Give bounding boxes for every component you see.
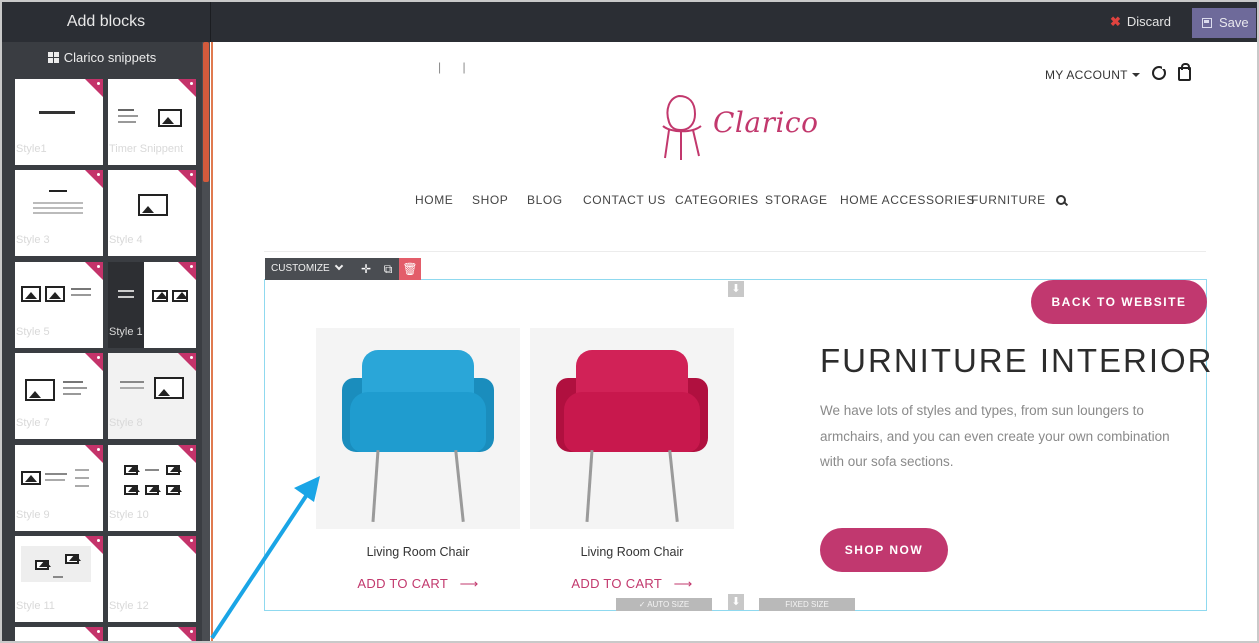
- bookmark-icon: [178, 262, 196, 280]
- nav-item-home[interactable]: HOME: [415, 193, 453, 207]
- brand-name: Clarico: [713, 106, 819, 139]
- nav-item-shop[interactable]: SHOP: [472, 193, 508, 207]
- duplicate-icon[interactable]: ⧉: [377, 258, 399, 280]
- snippet-block-tile[interactable]: [108, 627, 196, 641]
- discard-label: Discard: [1126, 14, 1171, 29]
- top-links: | |: [438, 60, 475, 74]
- customize-label: CUSTOMIZE: [271, 263, 330, 274]
- nav-divider: [264, 251, 1206, 252]
- nav-item-categories[interactable]: CATEGORIES: [675, 193, 759, 207]
- shop-now-button[interactable]: SHOP NOW: [820, 528, 948, 572]
- search-icon[interactable]: [1056, 195, 1067, 206]
- editor-window: Add blocks ✖ Discard Save Clarico snippet…: [0, 0, 1259, 643]
- fixed-size-button[interactable]: FIXED SIZE: [759, 598, 855, 611]
- snippet-block-tile[interactable]: [15, 627, 103, 641]
- topbar-divider: [210, 2, 211, 42]
- close-icon: ✖: [1110, 14, 1121, 29]
- nav-item-furniture[interactable]: FURNITURE: [971, 193, 1046, 207]
- check-icon: ✓: [638, 600, 648, 609]
- add-to-cart-label: ADD TO CART: [571, 576, 662, 591]
- nav-item-home-accessories[interactable]: HOME ACCESSORIES: [840, 193, 975, 207]
- auto-size-button[interactable]: ✓ AUTO SIZE: [616, 598, 712, 611]
- bookmark-icon: [85, 445, 103, 463]
- product-card[interactable]: [530, 328, 734, 529]
- snippet-block-label: Style 5: [16, 326, 50, 338]
- nav-item-contact-us[interactable]: CONTACT US: [583, 193, 666, 207]
- nav-item-storage[interactable]: STORAGE: [765, 193, 828, 207]
- bookmark-icon: [85, 627, 103, 641]
- bookmark-icon: [85, 536, 103, 554]
- bookmark-icon: [178, 353, 196, 371]
- bookmark-icon: [178, 79, 196, 97]
- bookmark-icon: [85, 170, 103, 188]
- scrollbar-thumb[interactable]: [203, 42, 209, 182]
- move-handle-icon[interactable]: ✛: [355, 258, 377, 280]
- section-headline: FURNITURE INTERIOR: [820, 342, 1214, 379]
- editor-topbar: Add blocks ✖ Discard Save: [2, 2, 1257, 42]
- snippet-block-label: Style 9: [16, 509, 50, 521]
- add-to-cart-link[interactable]: ADD TO CART ⟶: [530, 576, 734, 592]
- auto-size-label: AUTO SIZE: [647, 600, 690, 609]
- snippet-block-label: Style 8: [109, 417, 143, 429]
- back-to-website-button[interactable]: BACK TO WEBSITE: [1031, 280, 1207, 324]
- snippet-block-label: Style 4: [109, 234, 143, 246]
- bookmark-icon: [85, 353, 103, 371]
- product-card[interactable]: [316, 328, 520, 529]
- discard-button[interactable]: ✖ Discard: [1110, 10, 1186, 34]
- blue-chair-image: [342, 350, 494, 526]
- bookmark-icon: [85, 262, 103, 280]
- nav-item-blog[interactable]: BLOG: [527, 193, 563, 207]
- resize-down-icon[interactable]: ⬇: [728, 594, 744, 610]
- snippet-block-label: Style 10: [109, 509, 149, 521]
- section-description: We have lots of styles and types, from s…: [820, 403, 1170, 469]
- chair-logo-icon: [662, 94, 702, 160]
- customize-dropdown[interactable]: CUSTOMIZE: [265, 258, 355, 280]
- snippet-block-label: Style1: [16, 143, 47, 155]
- refresh-icon[interactable]: [1152, 65, 1166, 80]
- product-name[interactable]: Living Room Chair: [530, 545, 734, 559]
- add-to-cart-link[interactable]: ADD TO CART ⟶: [316, 576, 520, 592]
- bookmark-icon: [178, 170, 196, 188]
- shopping-bag-icon[interactable]: [1178, 63, 1191, 81]
- caret-down-icon: [1131, 73, 1140, 77]
- snippet-block-label: Style 1: [109, 326, 143, 338]
- annotation-arrow: [210, 476, 320, 640]
- snippet-group-title[interactable]: Clarico snippets: [2, 46, 202, 70]
- my-account-menu[interactable]: MY ACCOUNT: [1045, 68, 1140, 82]
- snippet-group-label: Clarico snippets: [63, 50, 157, 65]
- save-label: Save: [1219, 15, 1249, 30]
- bookmark-icon: [178, 445, 196, 463]
- bookmark-icon: [178, 627, 196, 641]
- panel-title: Add blocks: [66, 13, 146, 30]
- product-name[interactable]: Living Room Chair: [316, 545, 520, 559]
- blocks-sidebar: Clarico snippets Style1 Timer Snippent Sty…: [2, 42, 210, 641]
- arrow-down-icon[interactable]: ⬇: [728, 281, 744, 297]
- my-account-label: MY ACCOUNT: [1045, 68, 1128, 82]
- bookmark-icon: [85, 79, 103, 97]
- save-button[interactable]: Save: [1192, 8, 1256, 38]
- grid-icon: [47, 52, 59, 63]
- chevron-down-icon: [334, 261, 343, 271]
- bookmark-icon: [178, 536, 196, 554]
- arrow-right-icon: ⟶: [665, 576, 693, 591]
- red-chair-image: [556, 350, 708, 526]
- snippet-block-label: Style 3: [16, 234, 50, 246]
- arrow-right-icon: ⟶: [451, 576, 479, 591]
- add-to-cart-label: ADD TO CART: [357, 576, 448, 591]
- trash-icon[interactable]: 🗑: [399, 258, 421, 280]
- snippet-block-label: Style 7: [16, 417, 50, 429]
- floppy-disk-icon: [1202, 18, 1212, 28]
- snippet-block-label: Timer Snippent: [109, 143, 184, 155]
- snippet-block-label: Style 11: [16, 600, 55, 612]
- brand-logo[interactable]: Clarico: [657, 92, 819, 162]
- snippet-block-label: Style 12: [109, 600, 149, 612]
